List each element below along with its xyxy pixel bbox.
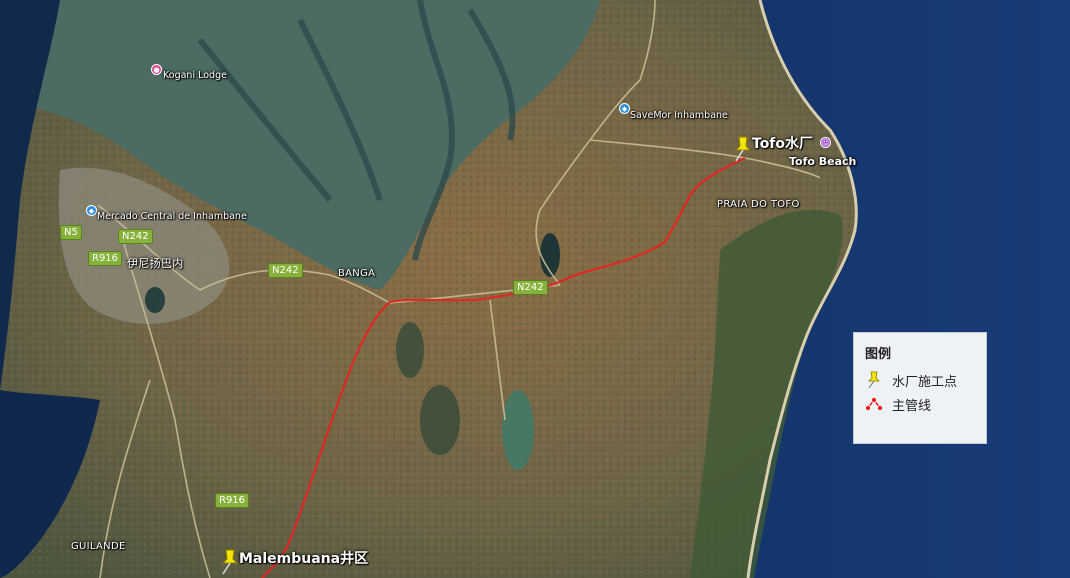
lagoon [145, 287, 165, 313]
yellow-pushpin-icon [868, 371, 880, 389]
wetland [502, 390, 534, 470]
mercado-label[interactable]: Mercado Central de Inhambane [97, 211, 247, 222]
legend-item-label: 水厂施工点 [892, 374, 958, 390]
guilande-label[interactable]: GUILANDE [71, 541, 126, 552]
wetland [420, 385, 460, 455]
road-shield-n242: N242 [513, 280, 548, 295]
legend-item-plant: 水厂施工点 [865, 368, 975, 392]
praia-do-tofo-label[interactable]: PRAIA DO TOFO [717, 199, 800, 210]
kogani-lodge-label[interactable]: Kogani Lodge [163, 70, 227, 81]
road-shield-n5: N5 [60, 225, 82, 240]
shopping-poi-icon[interactable]: ◆ [86, 205, 97, 216]
beach-poi-icon[interactable]: ☺ [820, 137, 831, 148]
map-legend: 图例 水厂施工点 主管线 [853, 332, 987, 444]
road-shield-r916: R916 [215, 493, 250, 508]
road-shield-r916: R916 [88, 251, 123, 266]
savemor-label[interactable]: SaveMor Inhambane [630, 110, 728, 121]
tofo-beach-label[interactable]: Tofo Beach [789, 155, 856, 168]
road-shield-n242: N242 [118, 229, 153, 244]
shopping-poi-icon[interactable]: ◆ [619, 103, 630, 114]
malembuana-label[interactable]: Malembuana井区 [239, 548, 368, 568]
legend-item-pipeline: 主管线 [865, 392, 975, 416]
legend-item-label: 主管线 [892, 398, 932, 414]
inhambane-city-label[interactable]: 伊尼扬巴内 [127, 255, 184, 271]
road-shield-n242: N242 [268, 263, 303, 278]
tofo-plant-label[interactable]: Tofo水厂 [752, 133, 813, 153]
hotel-poi-icon[interactable]: ● [151, 64, 162, 75]
pipeline-line-icon [865, 397, 883, 411]
banga-label[interactable]: BANGA [338, 268, 375, 279]
legend-title: 图例 [865, 347, 892, 362]
wetland [396, 322, 424, 378]
